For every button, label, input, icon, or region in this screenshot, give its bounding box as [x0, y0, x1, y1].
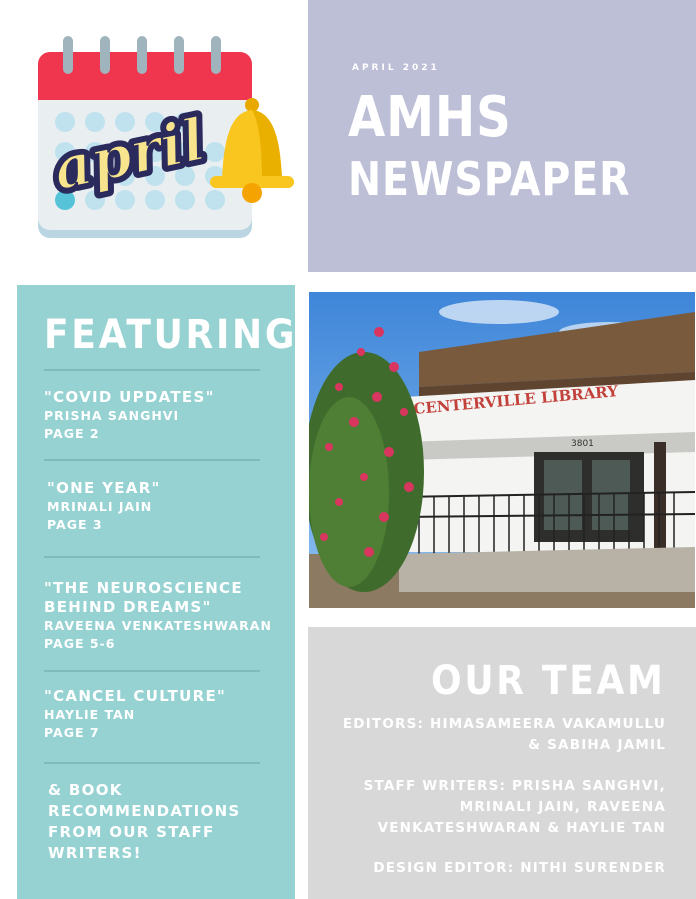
divider	[44, 459, 260, 461]
library-photo: CENTERVILLE LIBRARY 3801	[309, 292, 695, 608]
article-item: "COVID UPDATES" PRISHA SANGHVI PAGE 2	[44, 388, 215, 443]
address-number: 3801	[571, 439, 594, 449]
team-writers: MRINALI JAIN, RAVEENA	[459, 799, 666, 815]
article-author: PRISHA SANGHVI	[44, 408, 180, 423]
divider	[44, 369, 260, 371]
calendar-illustration: april april	[38, 36, 294, 238]
team-writers: STAFF WRITERS: PRISHA SANGHVI,	[363, 778, 666, 794]
divider	[44, 762, 260, 764]
note-line: WRITERS!	[48, 844, 142, 862]
note-line: & BOOK	[48, 781, 123, 799]
article-title: "COVID UPDATES"	[44, 388, 215, 406]
article-author: RAVEENA VENKATESHWARAN	[44, 618, 272, 633]
team-heading: OUR TEAM	[431, 658, 666, 704]
featuring-heading: FEATURING	[44, 312, 298, 358]
article-title: "THE NEUROSCIENCE	[44, 579, 243, 597]
newspaper-title-line1: AMHS	[348, 85, 512, 150]
article-item: "CANCEL CULTURE" HAYLIE TAN PAGE 7	[44, 687, 226, 742]
article-page: PAGE 2	[44, 426, 100, 441]
article-title: "CANCEL CULTURE"	[44, 687, 227, 705]
team-editors: EDITORS: HIMASAMEERA VAKAMULLU	[342, 716, 666, 732]
article-item: "ONE YEAR" MRINALI JAIN PAGE 3	[47, 479, 161, 534]
divider	[44, 670, 260, 672]
article-author: MRINALI JAIN	[47, 499, 153, 514]
article-page: PAGE 3	[47, 517, 103, 532]
article-page: PAGE 5-6	[44, 636, 116, 651]
article-item: "THE NEUROSCIENCE BEHIND DREAMS" RAVEENA…	[44, 579, 272, 653]
team-editors: & SABIHA JAMIL	[528, 737, 666, 753]
issue-date: APRIL 2021	[352, 63, 440, 73]
note-line: RECOMMENDATIONS	[48, 802, 241, 820]
newspaper-title-line2: NEWSPAPER	[348, 152, 631, 206]
team-design-editor: DESIGN EDITOR: NITHI SURENDER	[373, 860, 666, 876]
article-page: PAGE 7	[44, 725, 100, 740]
note-line: FROM OUR STAFF	[48, 823, 215, 841]
divider	[44, 556, 260, 558]
team-writers: VENKATESHWARAN & HAYLIE TAN	[377, 820, 666, 836]
article-title: BEHIND DREAMS"	[44, 598, 212, 616]
book-recommendations-note: & BOOK RECOMMENDATIONS FROM OUR STAFF WR…	[48, 780, 241, 864]
article-title: "ONE YEAR"	[47, 479, 161, 497]
article-author: HAYLIE TAN	[44, 707, 136, 722]
